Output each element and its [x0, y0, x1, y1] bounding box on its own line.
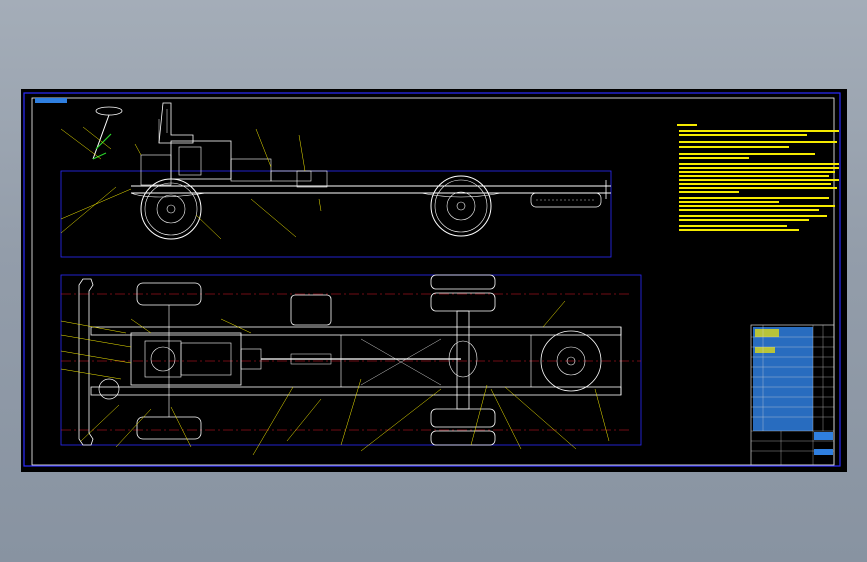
side-front-wheel [140, 178, 202, 240]
top-fuel-tank [290, 294, 332, 326]
rear-axle [456, 310, 470, 410]
chassis-top-view[interactable] [60, 274, 642, 456]
top-rear-wheel-lower-outer [430, 430, 496, 446]
chassis-drawing [23, 92, 841, 467]
side-rear-wheel [430, 175, 492, 237]
chassis-side-view[interactable] [60, 102, 612, 258]
top-front-wheel-lower [136, 416, 202, 440]
top-view-bounding-box [60, 274, 642, 446]
steering-wheel [92, 106, 123, 160]
top-frame-right-rail [90, 386, 622, 396]
top-frame-left-rail [90, 326, 622, 336]
top-rear-wheel-upper-outer [430, 274, 496, 290]
cad-viewport[interactable] [21, 89, 847, 472]
side-leader-lines [60, 126, 322, 240]
driver-seat [158, 102, 194, 144]
title-cell [814, 432, 833, 440]
technical-notes [677, 124, 839, 231]
top-leader-lines [60, 300, 610, 456]
title-block[interactable] [750, 324, 835, 466]
steering-gear [98, 378, 120, 400]
outer-frame [23, 92, 841, 467]
top-rear-wheel-lower-inner [430, 408, 496, 428]
front-bumper [78, 278, 94, 446]
top-rear-wheel-upper-inner [430, 292, 496, 312]
corner-tag [35, 98, 67, 103]
parts-list [753, 327, 813, 431]
side-view-bounding-box [60, 170, 612, 258]
side-fuel-tank [296, 170, 328, 188]
